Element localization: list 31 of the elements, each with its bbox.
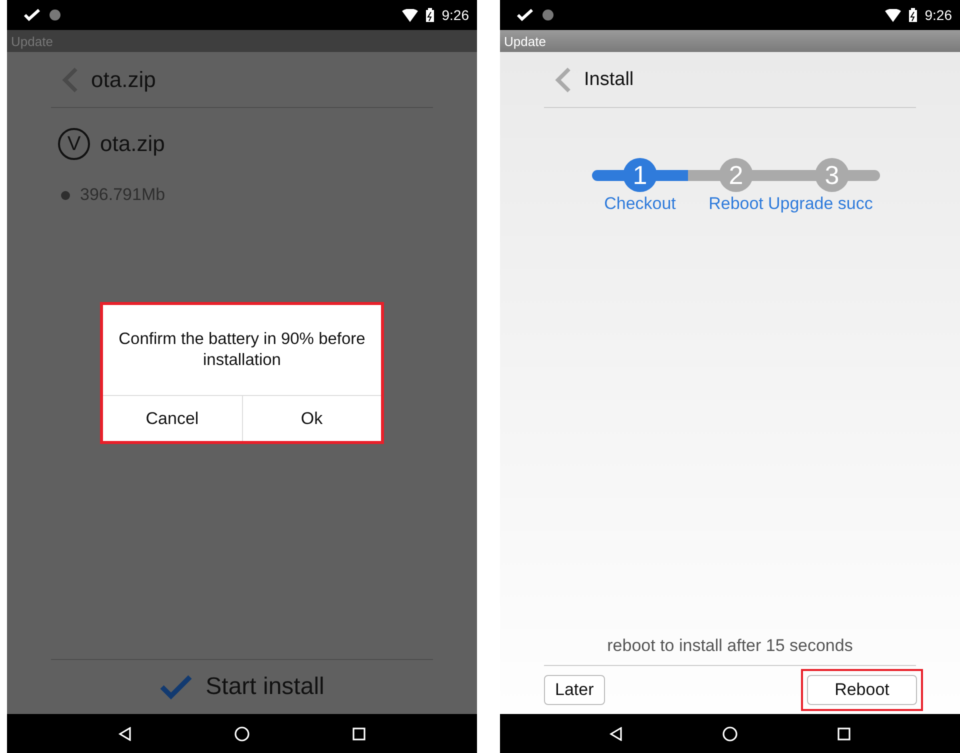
step-number: 1	[623, 158, 657, 192]
step-number: 2	[719, 158, 753, 192]
wifi-icon	[402, 8, 418, 22]
step-label: Checkout	[604, 194, 676, 214]
home-icon[interactable]	[722, 726, 738, 742]
recents-icon[interactable]	[352, 726, 366, 740]
app-title: Update	[11, 34, 53, 48]
later-button[interactable]: Later	[544, 675, 605, 705]
battery-icon	[426, 8, 434, 22]
bullet-icon	[61, 190, 70, 200]
page-title: ota.zip	[91, 66, 156, 92]
step-label: Reboot	[708, 194, 764, 214]
reboot-button[interactable]: Reboot	[807, 675, 917, 705]
page-title: Install	[584, 68, 634, 90]
dot-icon	[49, 9, 61, 21]
file-name: ota.zip	[100, 131, 165, 157]
dot-icon	[542, 9, 554, 21]
step-number: 3	[815, 158, 849, 192]
app-title: Update	[504, 34, 546, 48]
file-badge: V	[58, 128, 90, 160]
check-icon	[516, 8, 534, 22]
home-icon[interactable]	[234, 726, 250, 742]
status-time: 9:26	[442, 7, 469, 23]
check-icon	[160, 674, 192, 700]
check-icon	[23, 8, 41, 22]
wifi-icon	[884, 8, 901, 22]
recents-icon[interactable]	[836, 726, 851, 740]
countdown-message: reboot to install after 15 seconds	[606, 636, 854, 657]
battery-icon	[908, 8, 917, 22]
step-label: Upgrade succ	[768, 194, 873, 214]
status-time: 9:26	[924, 7, 952, 23]
